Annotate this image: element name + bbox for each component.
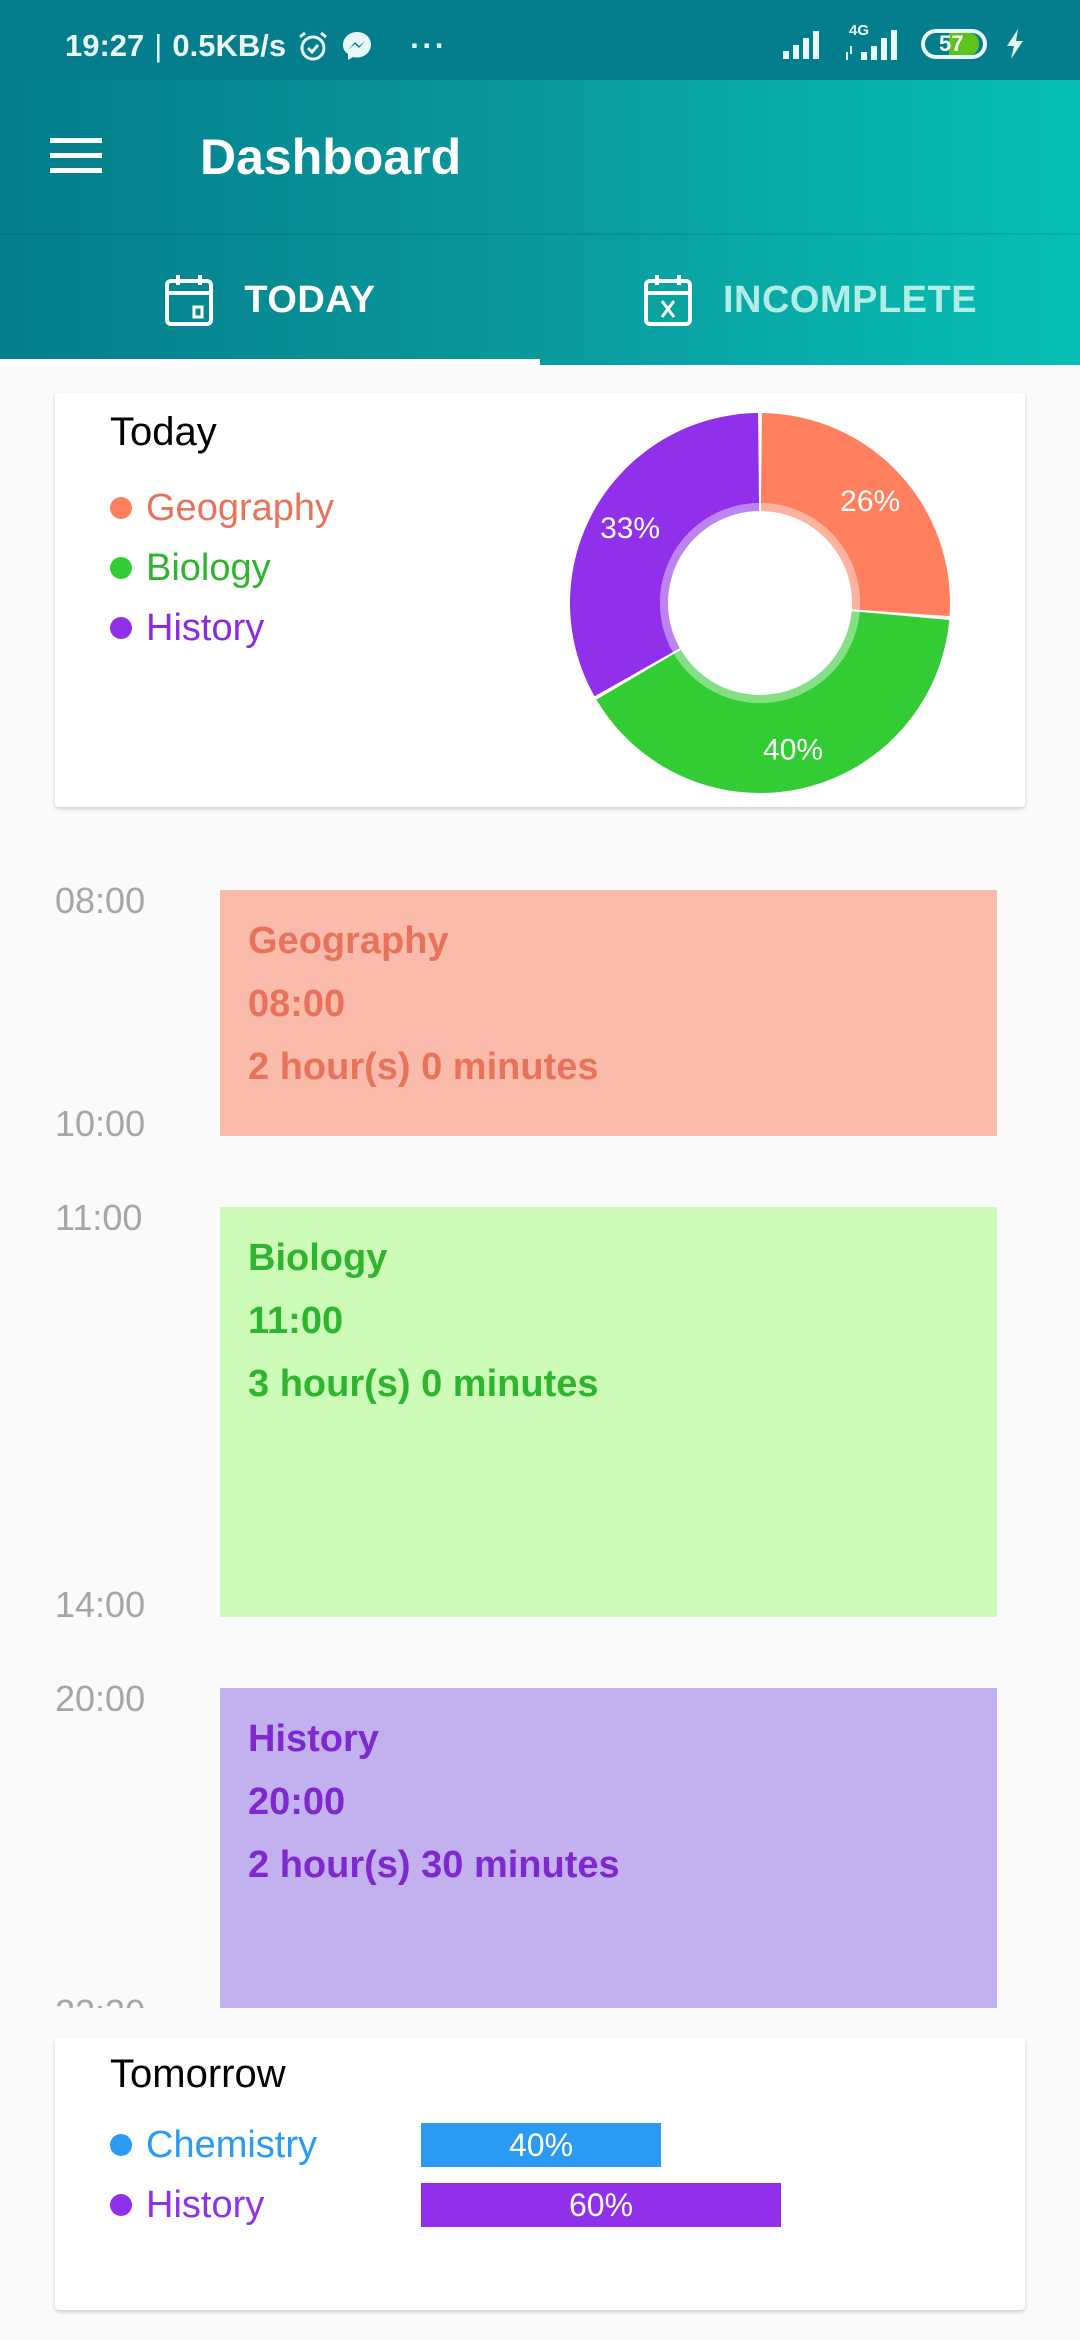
hour-label: 20:00 [55, 1678, 146, 1719]
signal-icon [783, 31, 819, 59]
bar-label: 40% [508, 2126, 574, 2163]
more-notifications: ··· [410, 28, 448, 63]
event-subject: History [248, 1718, 379, 1760]
legend-dot [110, 617, 132, 639]
alarm-icon [299, 31, 328, 61]
clock: 19:27 [65, 28, 145, 63]
event-start: 20:00 [248, 1781, 346, 1823]
page-title: Dashboard [200, 129, 462, 185]
legend-dot [110, 497, 132, 519]
tab-incomplete[interactable]: INCOMPLETE [540, 235, 1080, 365]
status-bar: 19:27 | 0.5KB/s ··· 4G 57 [0, 0, 1080, 80]
event-duration: 2 hour(s) 0 minutes [248, 1046, 599, 1088]
calendar-x-icon [643, 275, 692, 326]
legend-label: Biology [146, 546, 271, 589]
messenger-icon [343, 32, 372, 60]
legend-label: History [146, 2183, 265, 2226]
separator: | [154, 28, 163, 63]
donut-label-history: 33% [600, 512, 660, 545]
tomorrow-card-title: Tomorrow [110, 2052, 286, 2096]
progress-bar-chemistry: 40% [421, 2123, 661, 2167]
event-block-geography[interactable]: Geography 08:00 2 hour(s) 0 minutes [220, 890, 997, 1136]
tab-bar: TODAY INCOMPLETE [0, 235, 1080, 365]
event-duration: 2 hour(s) 30 minutes [248, 1844, 620, 1886]
legend-label: History [146, 606, 265, 649]
today-legend: Geography Biology History [110, 478, 334, 658]
legend-item: Chemistry [110, 2115, 317, 2175]
hour-label: 10:00 [55, 1103, 146, 1144]
tomorrow-row: Chemistry 40% [55, 2115, 1025, 2175]
hour-label: 08:00 [55, 880, 146, 921]
legend-dot [110, 557, 132, 579]
tomorrow-summary-card: Tomorrow Chemistry 40% History 60% [55, 2038, 1025, 2310]
hour-label: 11:00 [55, 1197, 143, 1238]
today-card-title: Today [110, 410, 217, 454]
legend-dot [110, 2134, 132, 2156]
legend-item: History [110, 598, 334, 658]
legend-label: Geography [146, 486, 335, 529]
calendar-today-icon [165, 275, 214, 326]
app-bar: Dashboard [0, 80, 1080, 235]
event-subject: Biology [248, 1237, 388, 1279]
bar-label: 60% [568, 2186, 634, 2223]
tab-today-label: TODAY [244, 278, 376, 321]
charging-icon [1007, 29, 1023, 59]
signal-4g-icon: 4G [845, 22, 903, 60]
progress-bar-history: 60% [421, 2183, 781, 2227]
event-start: 11:00 [248, 1300, 344, 1342]
tab-today[interactable]: TODAY [0, 235, 540, 365]
hour-label: 14:00 [55, 1584, 146, 1625]
donut-label-biology: 40% [763, 733, 823, 766]
legend-label: Chemistry [146, 2123, 318, 2166]
status-left: 19:27 | 0.5KB/s ··· [65, 28, 447, 64]
legend-item: History [110, 2175, 264, 2235]
donut-label-geography: 26% [840, 485, 900, 518]
active-tab-indicator [0, 359, 540, 365]
event-subject: Geography [248, 920, 449, 962]
donut-chart[interactable]: 26% 40% 33% [565, 408, 955, 798]
event-block-history[interactable]: History 20:00 2 hour(s) 30 minutes [220, 1688, 997, 2008]
event-start: 08:00 [248, 983, 346, 1025]
event-duration: 3 hour(s) 0 minutes [248, 1363, 599, 1405]
legend-item: Geography [110, 478, 334, 538]
hour-label-clipped: 22:30 [55, 1990, 175, 2008]
battery-icon: 57 [921, 29, 987, 59]
hamburger-menu-icon[interactable] [50, 138, 102, 174]
event-block-biology[interactable]: Biology 11:00 3 hour(s) 0 minutes [220, 1207, 997, 1617]
donut-slice-history[interactable] [570, 413, 759, 697]
tomorrow-row: History 60% [55, 2175, 1025, 2235]
status-right: 4G 57 [783, 22, 1025, 60]
net-speed: 0.5KB/s [172, 28, 287, 63]
tab-incomplete-label: INCOMPLETE [722, 278, 978, 321]
legend-dot [110, 2194, 132, 2216]
legend-item: Biology [110, 538, 334, 598]
today-summary-card: Today Geography Biology History 26% 40% 33… [55, 393, 1025, 807]
toolbar: Dashboard [0, 80, 1080, 235]
